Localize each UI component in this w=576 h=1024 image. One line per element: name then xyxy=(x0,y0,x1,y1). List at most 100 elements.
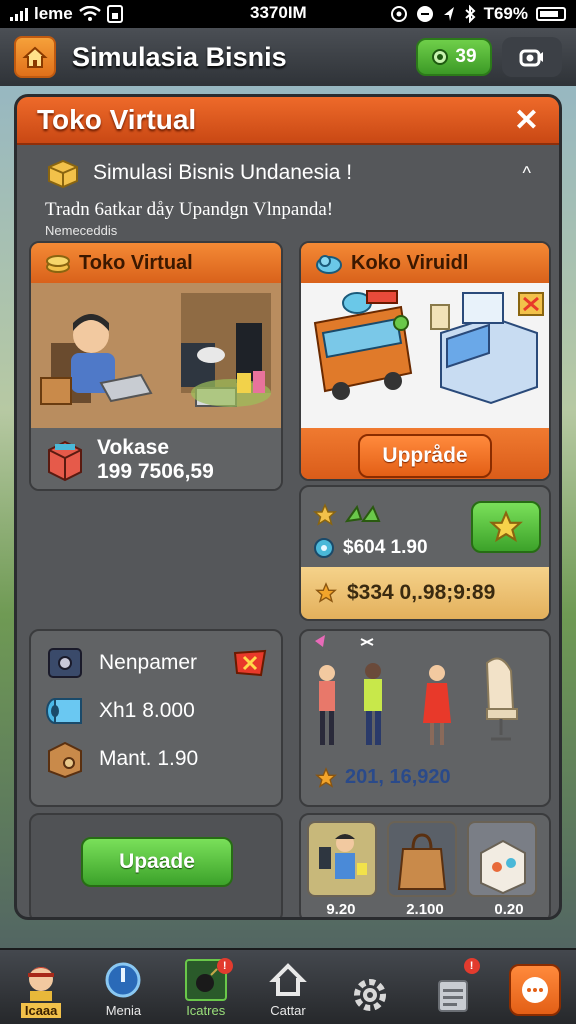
home-button[interactable] xyxy=(14,36,56,78)
stat-value: $604 1.90 xyxy=(343,537,428,558)
gift-box-icon xyxy=(480,839,526,895)
staff-image xyxy=(315,635,518,745)
resource-value: Xh1 8.000 xyxy=(99,699,195,722)
notepad-icon xyxy=(432,974,474,1016)
dnd-icon xyxy=(416,6,433,22)
close-red-icon[interactable] xyxy=(233,649,267,677)
item-price: 2.100 xyxy=(406,901,444,918)
info-title: Simulasi Bisnis Undanesia ! xyxy=(93,161,353,184)
upgrade-green-button[interactable]: Upaade xyxy=(81,837,233,887)
resource-row: Xh1 8.000 xyxy=(31,683,281,727)
subnote: Nemeceddis xyxy=(45,223,118,238)
card-title: Koko Viruidl xyxy=(351,251,469,274)
upgrade-strip: Uppråde xyxy=(301,428,549,479)
cube-icon xyxy=(48,440,82,481)
status-bar: leme 3370IM T69% xyxy=(0,0,576,28)
safe-icon xyxy=(48,648,82,678)
notification-badge: ! xyxy=(463,958,480,974)
item-label: Vokase xyxy=(97,435,169,459)
battery-icon xyxy=(536,7,566,21)
staff-value: 201, 16,920 xyxy=(345,766,451,788)
resource-label: Nenpamer xyxy=(99,651,198,674)
carrier-label: leme xyxy=(34,4,73,23)
item-value: 199 7506,59 xyxy=(97,459,214,483)
notification-badge: ! xyxy=(216,958,233,974)
camera-button[interactable] xyxy=(502,37,562,77)
resources-card[interactable]: Nenpamer Xh1 8.000 Mant. 1.90 xyxy=(29,629,283,807)
gem-coin-icon xyxy=(314,538,334,558)
staff-value-row: 201, 16,920 xyxy=(301,766,549,789)
leaf-icon xyxy=(344,504,381,523)
star-icon xyxy=(315,582,337,603)
item-price: 0.20 xyxy=(494,901,524,918)
shop-item-thumb[interactable] xyxy=(467,821,537,897)
nav-label: Cattar xyxy=(270,1003,306,1018)
total-value: $334 0,.98;9:89 xyxy=(347,581,496,604)
shop-item-thumb[interactable] xyxy=(387,821,457,897)
chevron-up-icon[interactable]: ^ xyxy=(523,163,531,184)
home-icon xyxy=(22,46,48,68)
gear-coin-icon xyxy=(432,49,449,65)
resource-row: Nenpamer xyxy=(31,631,281,683)
app-title: Simulasia Bisnis xyxy=(72,41,287,72)
battery-percent: T69% xyxy=(483,4,528,23)
coin-count: 39 xyxy=(455,46,477,67)
currency-counter[interactable]: 39 xyxy=(416,38,492,76)
chat-icon xyxy=(508,964,561,1016)
box-icon xyxy=(48,741,82,779)
item-price: 9.20 xyxy=(326,901,356,918)
shop-item-thumb[interactable] xyxy=(307,821,377,897)
wifi-icon xyxy=(78,6,101,21)
coin-stack-icon xyxy=(46,255,70,273)
nav-item-settings[interactable] xyxy=(329,952,411,1024)
staff-card[interactable]: 201, 16,920 xyxy=(299,629,551,807)
cloud-icon xyxy=(316,255,342,274)
gold-box-icon xyxy=(48,159,78,189)
shopping-bag-icon xyxy=(397,833,447,890)
location-icon xyxy=(443,7,454,21)
star-reward-button[interactable] xyxy=(471,501,541,553)
shop-items-row: 9.20 2.100 0.20 xyxy=(299,813,551,918)
gear-icon xyxy=(349,974,391,1016)
house-icon xyxy=(267,959,309,1001)
top-bar: Simulasia Bisnis 39 xyxy=(0,28,576,86)
rotation-lock-icon xyxy=(390,6,407,22)
bluetooth-icon xyxy=(464,5,476,23)
star-icon xyxy=(489,510,523,543)
signal-icon xyxy=(10,7,28,21)
camera-icon xyxy=(519,49,543,67)
resource-value: Mant. 1.90 xyxy=(99,747,199,770)
bottom-nav: Icaaa Menia ! Icatres Cattar ! xyxy=(0,948,576,1024)
close-button[interactable]: ✕ xyxy=(514,103,539,138)
item-row: Vokase 199 7506,59 xyxy=(31,428,281,489)
upgrade-button[interactable]: Uppråde xyxy=(358,433,492,478)
stats-card: $604 1.90 $334 0,.98;9:89 xyxy=(299,485,551,621)
store-card-right[interactable]: Koko Viruidl Uppråde xyxy=(299,241,551,481)
total-bar: $334 0,.98;9:89 xyxy=(301,567,549,619)
nav-item-home[interactable]: Cattar xyxy=(247,952,329,1024)
nav-item-news[interactable]: ! xyxy=(412,952,494,1024)
clock: 3370IM xyxy=(250,3,307,22)
worker-icon xyxy=(319,834,367,879)
card-header: Koko Viruidl xyxy=(301,243,549,283)
nav-item-profile[interactable]: Icaaa xyxy=(0,952,82,1024)
nav-item-tasks[interactable]: ! Icatres xyxy=(165,952,247,1024)
power-icon xyxy=(102,959,144,1001)
office-scene-image xyxy=(31,283,281,428)
nav-item-chat[interactable] xyxy=(494,952,576,1024)
panel-header: Toko Virtual ✕ xyxy=(17,97,559,145)
info-row[interactable]: Simulasi Bisnis Undanesia ! ^ xyxy=(17,145,559,189)
card-header: Toko Virtual xyxy=(31,243,281,283)
resource-row: Mant. 1.90 xyxy=(31,727,281,779)
cash-roll-icon xyxy=(46,698,82,724)
price-row: 9.20 2.100 0.20 xyxy=(301,901,549,918)
upgrade-area: Upaade xyxy=(29,813,283,917)
star-icon xyxy=(315,766,337,788)
bus-store-image xyxy=(301,283,549,428)
nav-item-menu[interactable]: Menia xyxy=(82,952,164,1024)
star-icon xyxy=(313,503,337,526)
card-title: Toko Virtual xyxy=(79,251,193,274)
panel-title: Toko Virtual xyxy=(37,104,197,135)
store-card-left[interactable]: Toko Virtual Vokase 199 7506,59 xyxy=(29,241,283,491)
avatar-icon xyxy=(20,959,62,1001)
